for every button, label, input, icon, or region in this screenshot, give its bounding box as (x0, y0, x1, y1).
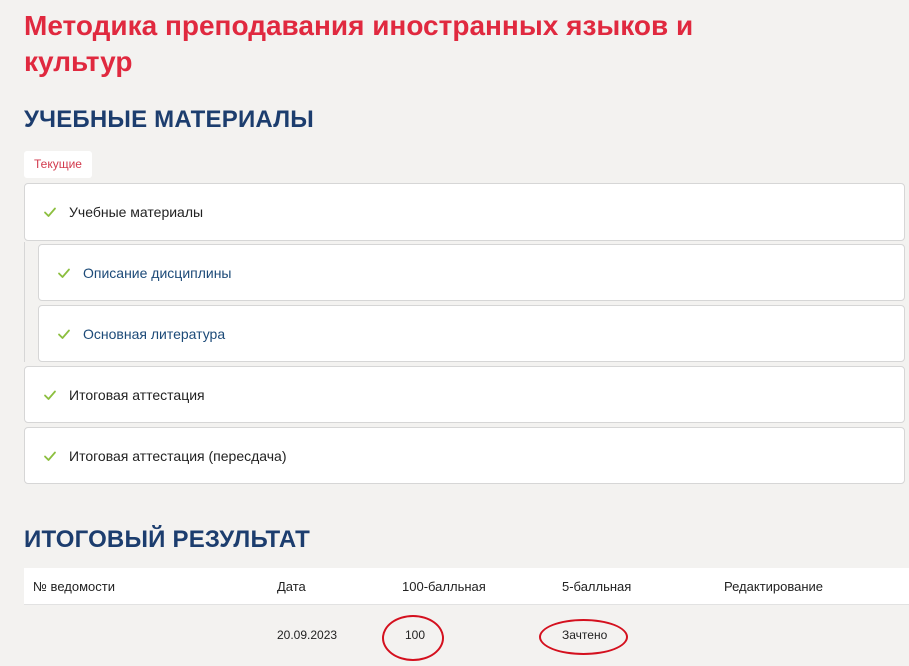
item-label: Описание дисциплины (83, 264, 232, 281)
column-header-date: Дата (277, 579, 306, 594)
check-icon (58, 329, 70, 339)
column-header-statement-no: № ведомости (33, 579, 115, 594)
cell-date: 20.09.2023 (277, 628, 338, 642)
table-row: 20.09.2023 100 Зачтено (24, 604, 909, 666)
subitems-indent-line (24, 242, 38, 362)
annotation-circle-score-100 (382, 615, 444, 661)
column-header-score-5: 5-балльная (562, 579, 632, 594)
item-label: Учебные материалы (69, 204, 204, 220)
item-study-materials[interactable]: Учебные материалы (24, 183, 905, 241)
column-header-score-100: 100-балльная (402, 579, 486, 594)
item-label: Основная литература (83, 325, 226, 342)
table-header: № ведомости Дата 100-балльная 5-балльная… (24, 568, 909, 604)
result-section-title: ИТОГОВЫЙ РЕЗУЛЬТАТ (24, 526, 311, 553)
annotation-circle-score-5 (539, 619, 628, 655)
course-title: Методика преподавания иностранных языков… (24, 10, 694, 77)
page: Методика преподавания иностранных языков… (0, 0, 909, 666)
tab-current[interactable]: Текущие (24, 151, 92, 178)
check-icon (44, 390, 56, 400)
item-label: Итоговая аттестация (пересдача) (69, 447, 287, 464)
result-table: № ведомости Дата 100-балльная 5-балльная… (24, 568, 909, 666)
column-header-edit: Редактирование (724, 579, 824, 594)
check-icon (58, 268, 70, 278)
item-discipline-description[interactable]: Описание дисциплины (38, 244, 905, 301)
item-final-attestation-retake[interactable]: Итоговая аттестация (пересдача) (24, 427, 905, 484)
materials-section-title: УЧЕБНЫЕ МАТЕРИАЛЫ (24, 106, 314, 133)
check-icon (44, 207, 56, 217)
item-final-attestation[interactable]: Итоговая аттестация (24, 366, 905, 423)
check-icon (44, 451, 56, 461)
item-main-literature[interactable]: Основная литература (38, 305, 905, 362)
item-label: Итоговая аттестация (69, 386, 205, 403)
